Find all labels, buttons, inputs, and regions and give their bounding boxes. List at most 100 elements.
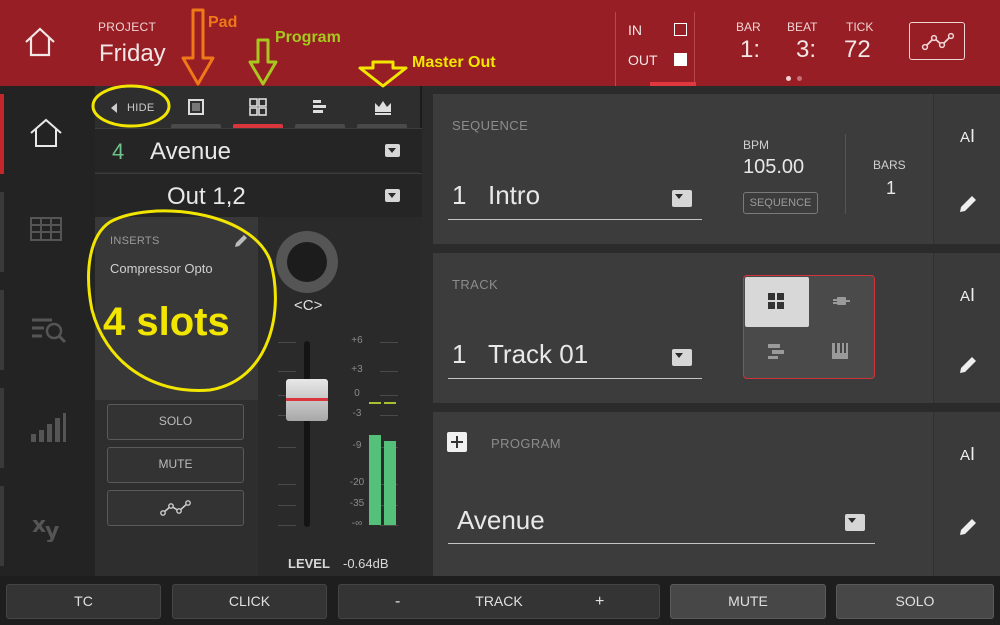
sequence-number: 1 [452,180,467,210]
db-tick-label: +3 [351,364,363,375]
program-name: Avenue [457,505,545,535]
chevron-down-icon[interactable] [672,190,692,207]
program-name: Avenue [150,138,231,165]
track-selector[interactable]: 1 Track 01 [448,333,702,379]
pencil-icon[interactable] [958,194,978,214]
bpm-value[interactable]: 105.00 [743,156,804,179]
volume-fader-handle[interactable] [286,379,328,421]
rail-item-xyfx[interactable]: x y [0,478,95,574]
bars-value[interactable]: 1 [886,178,896,199]
top-bar: PROJECT Friday IN OUT BAR 1: BEAT 3: TIC… [0,0,1000,86]
solo-button[interactable]: SOLO [107,404,244,440]
track-type-plugin[interactable] [809,277,873,327]
project-name[interactable]: Friday [99,40,166,68]
drum-grid-icon [768,293,784,309]
meter-peak-left [369,402,381,404]
track-nav-button[interactable]: - TRACK + [338,584,660,619]
tab-pad[interactable] [171,94,221,128]
program-selector[interactable]: 4 Avenue [95,128,422,172]
level-value: -0.64dB [343,556,389,571]
track-type-selector [743,275,875,379]
track-type-clip[interactable] [745,327,809,377]
list-icon [313,100,326,113]
hide-button[interactable]: HIDE [101,96,165,120]
sequence-side-tools: AI [933,94,1000,244]
tick-label: TICK [846,20,874,34]
mute-button[interactable]: MUTE [107,447,244,483]
rename-icon[interactable]: AI [960,444,975,465]
tab-list[interactable] [295,94,345,128]
out-label: OUT [628,52,658,68]
chevron-down-icon[interactable] [385,144,400,157]
keygroup-icon [832,343,848,359]
chevron-down-icon[interactable] [672,349,692,366]
volume-fader-track[interactable] [304,341,310,527]
pencil-icon[interactable] [958,517,978,537]
click-button[interactable]: CLICK [172,584,327,619]
program-side-tools: AI [933,412,1000,576]
program-icon [249,98,267,116]
solo-toggle-button[interactable]: SOLO [836,584,994,619]
track-side-tools: AI [933,253,1000,403]
automation-button[interactable] [107,490,244,526]
page-dots [786,68,808,86]
pan-value: <C> [294,297,323,314]
pencil-icon[interactable] [958,355,978,375]
tab-master-out[interactable] [357,94,407,128]
clip-icon [768,344,784,359]
automation-icon [921,32,955,51]
track-plus-button[interactable]: + [595,585,604,618]
hide-label: HIDE [127,102,155,114]
rail-item-levels[interactable] [0,380,95,476]
bars-label: BARS [873,158,906,172]
insert-slot-1[interactable]: Compressor Opto [110,261,213,276]
in-label: IN [628,22,642,38]
bar-label: BAR [736,20,761,34]
output-selector[interactable]: Out 1,2 [95,173,422,217]
track-minus-button[interactable]: - [395,585,400,618]
sequence-tag: SEQUENCE [452,118,529,133]
pan-knob[interactable] [276,231,338,293]
caret-left-icon [111,103,117,113]
db-tick-label: -3 [352,408,362,419]
sequence-selector[interactable]: 1 Intro [448,174,702,220]
tick-value: 72 [844,36,871,63]
automation-icon [159,500,191,516]
home-icon [30,118,62,147]
add-program-icon[interactable] [447,432,467,452]
track-type-keygroup[interactable] [809,327,873,377]
tc-button[interactable]: TC [6,584,161,619]
tempo-source-badge[interactable]: SEQUENCE [743,192,818,214]
home-icon[interactable] [22,24,58,60]
rename-icon[interactable]: AI [960,126,975,147]
io-monitor: IN OUT [615,12,695,86]
track-type-drum[interactable] [745,277,809,327]
pad-icon [188,99,204,115]
chevron-down-icon[interactable] [845,514,865,531]
program-tag: PROGRAM [491,436,561,451]
pencil-icon[interactable] [233,233,249,249]
program-panel: PROGRAM Avenue [433,412,933,576]
svg-text:y: y [45,519,59,542]
annotation-master-out: Master Out [412,54,496,71]
rail-item-browser[interactable] [0,282,95,378]
level-label: LEVEL [288,556,330,571]
chevron-down-icon[interactable] [385,189,400,202]
mute-toggle-button[interactable]: MUTE [670,584,826,619]
track-tag: TRACK [452,277,499,292]
channel-strip: <C> +6 +3 0 -3 -9 -20 -35 -∞ LEVEL -0.64… [258,217,422,576]
out-indicator[interactable] [674,53,687,66]
io-active-tab [650,82,696,86]
tab-program[interactable] [233,94,283,128]
rename-icon[interactable]: AI [960,285,975,306]
output-name: Out 1,2 [167,183,246,210]
rail-item-grid[interactable] [0,184,95,280]
automation-button[interactable] [909,22,965,60]
rail-item-main[interactable] [0,86,95,182]
meter-peak-right [384,402,396,404]
browse-search-icon [32,318,67,344]
in-indicator[interactable] [674,23,687,36]
bottom-bar: TC CLICK - TRACK + MUTE SOLO [0,576,1000,625]
program-selector[interactable]: Avenue [448,500,875,544]
program-number: 4 [112,139,125,164]
